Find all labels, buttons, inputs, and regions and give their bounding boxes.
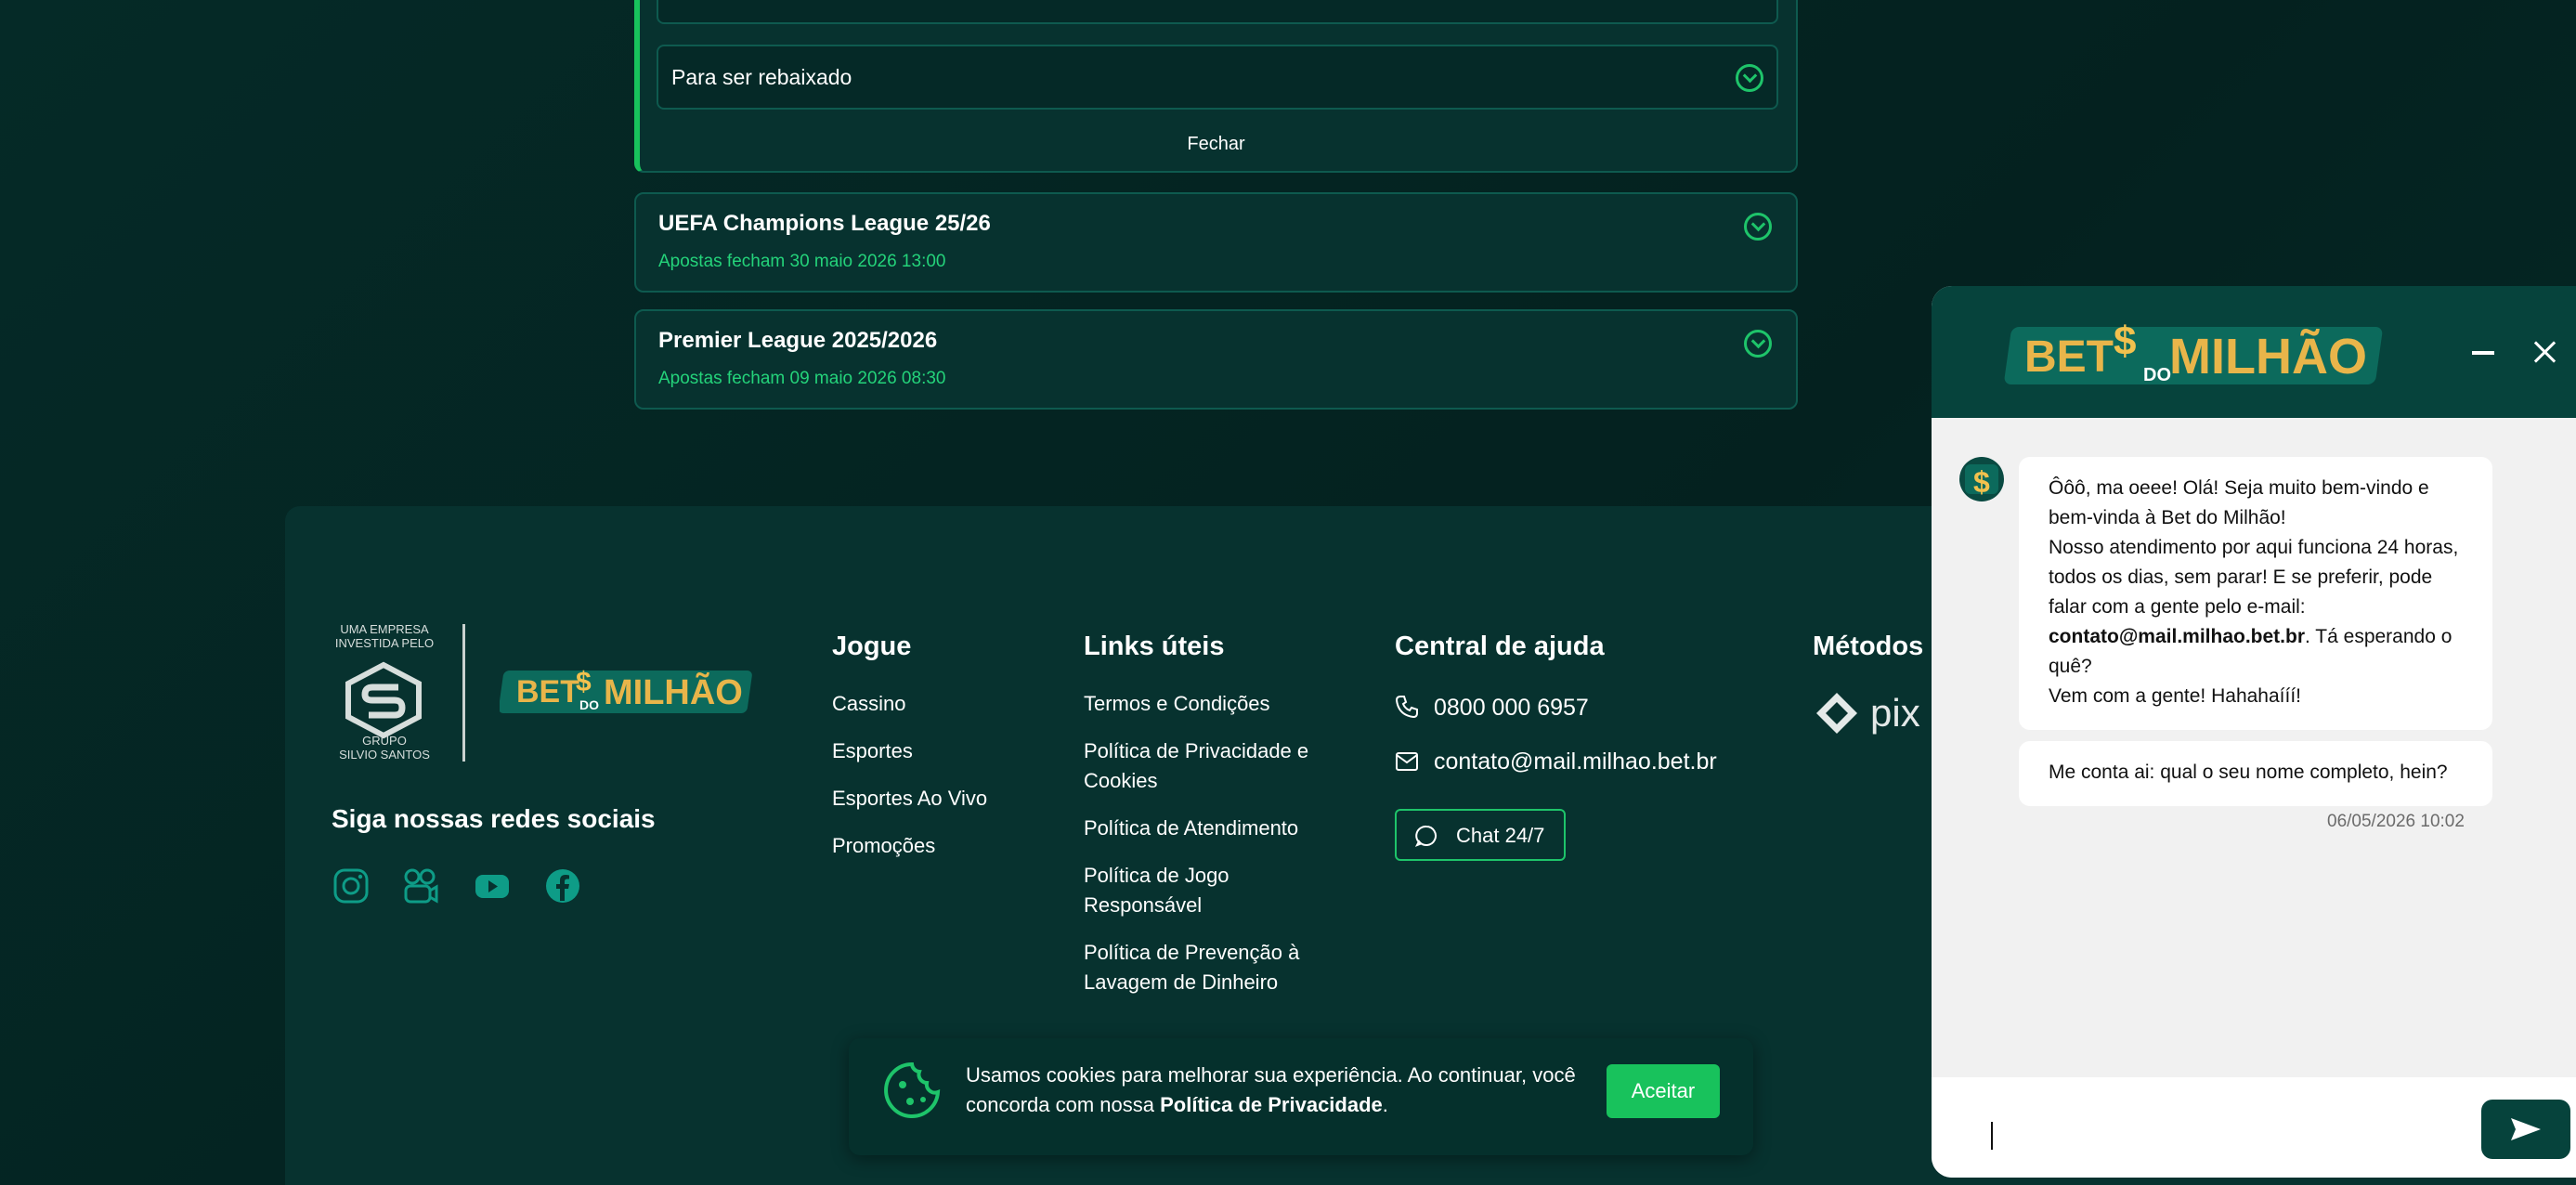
market-option-label: Para ser rebaixado <box>671 65 852 89</box>
market-option-row-partial[interactable] <box>657 0 1778 24</box>
chevron-down-icon[interactable] <box>1744 213 1772 241</box>
market-card[interactable]: UEFA Champions League 25/26 Apostas fech… <box>634 192 1798 293</box>
chevron-down-icon[interactable] <box>1736 64 1763 92</box>
mail-icon <box>1396 752 1418 771</box>
market-closing-time: Apostas fecham 30 maio 2026 13:00 <box>658 252 946 271</box>
svg-text:BET: BET <box>516 674 579 710</box>
bet-do-milhao-logo[interactable]: BET DO MILHÃO $ <box>500 661 760 723</box>
cookie-banner: Usamos cookies para melhorar sua experiê… <box>849 1038 1753 1155</box>
facebook-icon[interactable] <box>544 867 581 905</box>
footer-link-esportes[interactable]: Esportes <box>832 736 913 766</box>
youtube-icon[interactable] <box>474 867 511 905</box>
support-phone[interactable]: 0800 000 6957 <box>1434 695 1589 722</box>
text-caret <box>1991 1122 1993 1150</box>
svg-text:DO: DO <box>2143 365 2171 385</box>
market-title: Premier League 2025/2026 <box>658 328 938 353</box>
privacy-policy-link[interactable]: Política de Privacidade <box>1160 1093 1383 1116</box>
bot-avatar: $ <box>1959 457 2004 501</box>
social-title: Siga nossas redes sociais <box>332 804 656 833</box>
chat-message-bot: Me conta ai: qual o seu nome completo, h… <box>2019 741 2492 806</box>
chat-header: BET DO MILHÃO $ <box>1932 286 2576 418</box>
market-title: UEFA Champions League 25/26 <box>658 211 991 236</box>
cookie-icon <box>884 1061 941 1118</box>
svg-text:$: $ <box>2114 319 2136 364</box>
footer-link-atendimento[interactable]: Política de Atendimento <box>1084 814 1325 843</box>
phone-icon <box>1395 696 1418 719</box>
chevron-down-icon[interactable] <box>1744 330 1772 358</box>
svg-text:MILHÃO: MILHÃO <box>604 671 743 712</box>
group-investor-caption: UMA EMPRESA INVESTIDA PELO <box>334 622 435 650</box>
chat-message-bot: Ôôô, ma oeee! Olá! Seja muito bem-vindo … <box>2019 457 2492 730</box>
message-timestamp: 06/05/2026 10:02 <box>2327 812 2465 831</box>
footer-column-title: Links úteis <box>1084 632 1225 661</box>
close-chat-button[interactable] <box>2531 338 2559 366</box>
pix-logo: pix <box>1816 691 1920 735</box>
kwai-icon[interactable] <box>401 867 438 905</box>
footer-column-title: Métodos d <box>1813 632 1947 661</box>
footer-link-termos[interactable]: Termos e Condições <box>1084 689 1325 719</box>
footer-link-esportes-ao-vivo[interactable]: Esportes Ao Vivo <box>832 784 987 814</box>
svg-text:BET: BET <box>2024 332 2114 382</box>
footer-link-promocoes[interactable]: Promoções <box>832 831 935 861</box>
close-accordion-button[interactable]: Fechar <box>634 134 1798 155</box>
cookie-message: Usamos cookies para melhorar sua experiê… <box>966 1063 1576 1116</box>
svg-text:DO: DO <box>579 697 599 712</box>
send-icon <box>2511 1118 2541 1140</box>
group-name-caption: GRUPO SILVIO SANTOS <box>339 734 430 762</box>
market-closing-time: Apostas fecham 09 maio 2026 08:30 <box>658 369 946 388</box>
minimize-chat-button[interactable] <box>2472 351 2494 355</box>
market-card[interactable]: Premier League 2025/2026 Apostas fecham … <box>634 309 1798 410</box>
footer-link-privacidade[interactable]: Política de Privacidade e Cookies <box>1084 736 1325 796</box>
grupo-silvio-santos-logo <box>345 661 422 739</box>
svg-text:pix: pix <box>1870 691 1920 735</box>
svg-text:$: $ <box>576 667 592 697</box>
chat-widget: BET DO MILHÃO $ $ Ôôô, ma oeee! Olá! Sej… <box>1932 286 2576 1178</box>
chat-24-7-button[interactable]: Chat 24/7 <box>1395 809 1566 861</box>
footer-link-prevencao-lavagem[interactable]: Política de Prevenção à Lavagem de Dinhe… <box>1084 938 1325 997</box>
accept-cookies-button[interactable]: Aceitar <box>1607 1064 1720 1118</box>
footer-column-title: Central de ajuda <box>1395 632 1605 661</box>
support-email[interactable]: contato@mail.milhao.bet.br <box>1434 749 1717 775</box>
dollar-icon: $ <box>1965 464 1998 499</box>
instagram-icon[interactable] <box>332 867 370 905</box>
chat-bubble-icon <box>1415 825 1437 847</box>
footer-link-jogo-responsavel[interactable]: Política de Jogo Responsável <box>1084 861 1325 920</box>
svg-text:$: $ <box>1973 465 1990 499</box>
footer-link-cassino[interactable]: Cassino <box>832 689 905 719</box>
chat-message-input[interactable] <box>1932 1077 2576 1178</box>
footer-column-title: Jogue <box>832 632 912 661</box>
chat-button-label: Chat 24/7 <box>1456 824 1545 847</box>
market-option-row[interactable]: Para ser rebaixado <box>657 45 1778 110</box>
logo-divider <box>462 624 465 762</box>
bet-do-milhao-logo: BET DO MILHÃO $ <box>2004 319 2383 385</box>
send-message-button[interactable] <box>2481 1100 2570 1159</box>
svg-text:MILHÃO: MILHÃO <box>2169 329 2367 384</box>
